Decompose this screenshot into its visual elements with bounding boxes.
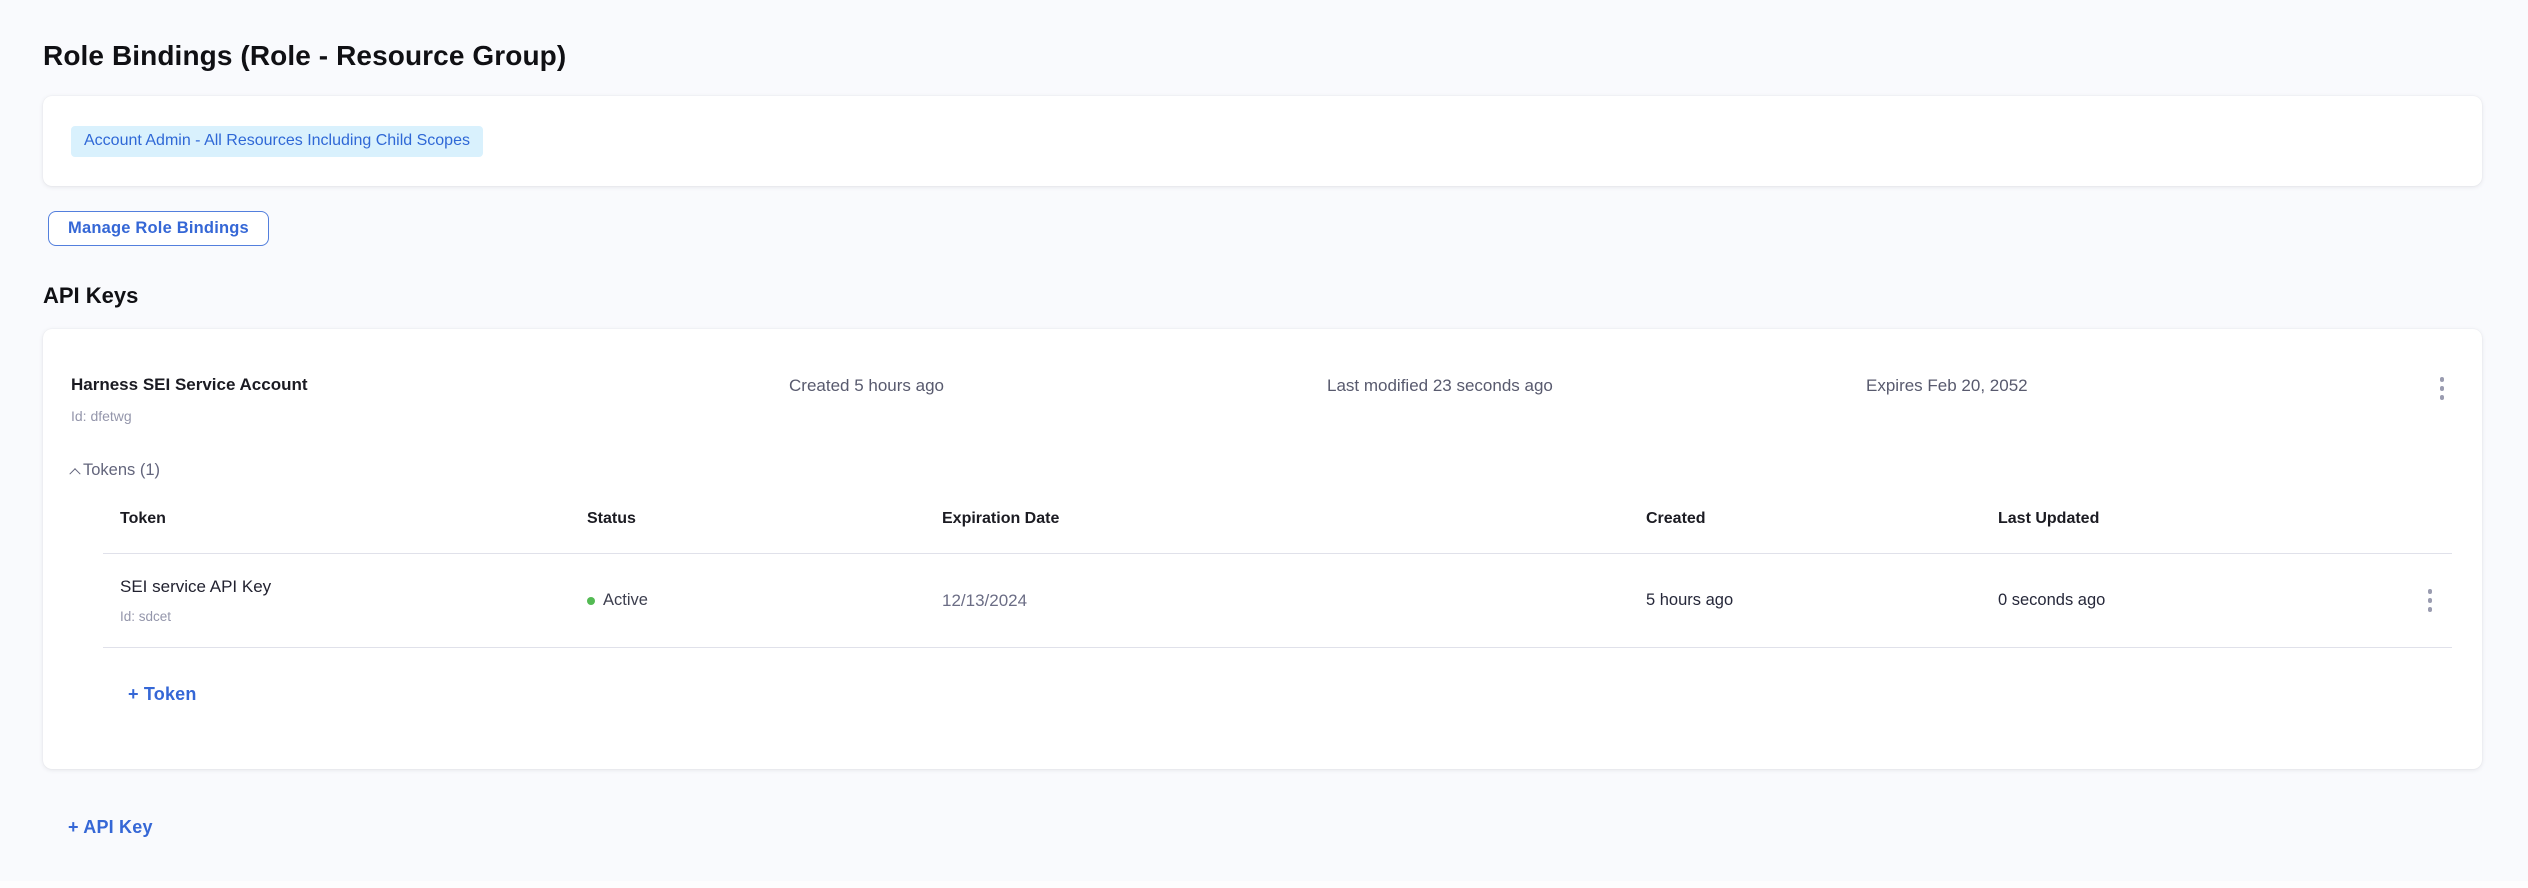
add-api-key-button[interactable]: + API Key [68,817,153,838]
column-header-token: Token [103,510,587,528]
column-header-expiration-date: Expiration Date [942,510,1646,528]
api-key-last-modified: Last modified 23 seconds ago [1327,375,1866,396]
add-token-button[interactable]: + Token [128,684,197,705]
api-key-id: Id: dfetwg [71,408,789,424]
role-bindings-card: Account Admin - All Resources Including … [43,96,2482,186]
api-key-expires: Expires Feb 20, 2052 [1866,375,2432,396]
chevron-up-icon [69,468,80,479]
token-name-block: SEI service API Key Id: sdcet [103,577,587,624]
kebab-menu-icon [2428,589,2433,594]
api-key-summary-row: Harness SEI Service Account Id: dfetwg C… [71,375,2452,424]
tokens-toggle[interactable]: Tokens (1) [71,461,160,480]
page-title: Role Bindings (Role - Resource Group) [43,40,2482,72]
api-key-name-block: Harness SEI Service Account Id: dfetwg [71,375,789,424]
tokens-table: Token Status Expiration Date Created Las… [103,510,2452,648]
column-header-created: Created [1646,510,1998,528]
token-expiration-date: 12/13/2024 [942,591,1646,611]
token-row: SEI service API Key Id: sdcet Active 12/… [103,554,2452,648]
token-created: 5 hours ago [1646,591,1998,610]
column-header-last-updated: Last Updated [1998,510,2408,528]
status-active-dot-icon [587,597,595,605]
api-key-created: Created 5 hours ago [789,375,1327,396]
tokens-table-header-row: Token Status Expiration Date Created Las… [103,510,2452,554]
api-key-name: Harness SEI Service Account [71,375,789,395]
kebab-menu-icon [2440,377,2445,382]
bottom-strip [0,881,2528,888]
api-key-card: Harness SEI Service Account Id: dfetwg C… [43,329,2482,769]
token-name: SEI service API Key [120,577,587,597]
token-menu-button[interactable] [2420,585,2441,616]
role-binding-chip: Account Admin - All Resources Including … [71,126,483,157]
manage-role-bindings-button[interactable]: Manage Role Bindings [48,211,269,246]
column-header-status: Status [587,510,942,528]
api-key-menu-button[interactable] [2432,373,2453,404]
token-last-updated: 0 seconds ago [1998,591,2408,610]
page: Role Bindings (Role - Resource Group) Ac… [0,0,2528,888]
token-status-cell: Active [587,591,942,610]
token-status: Active [603,591,648,610]
api-keys-heading: API Keys [43,283,2482,309]
token-id: Id: sdcet [120,609,587,624]
tokens-toggle-label: Tokens (1) [83,461,160,480]
